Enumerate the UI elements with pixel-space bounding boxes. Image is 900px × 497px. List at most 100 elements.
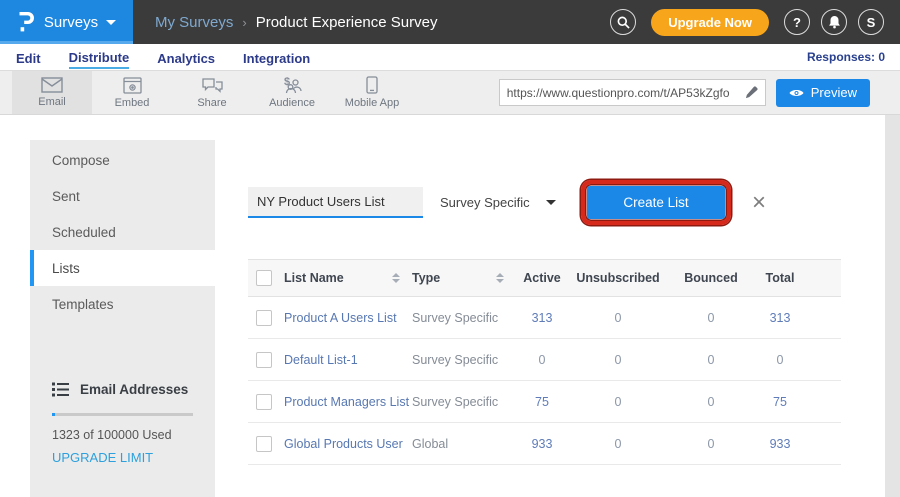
- sort-icon[interactable]: [496, 273, 504, 283]
- eye-icon: [789, 88, 804, 98]
- email-addresses-section: Email Addresses 1323 of 100000 Used UPGR…: [30, 382, 215, 467]
- breadcrumb-separator: ›: [242, 15, 246, 30]
- total-count: 0: [754, 353, 806, 367]
- avatar[interactable]: S: [858, 9, 884, 35]
- page-title: Product Experience Survey: [256, 14, 438, 31]
- channel-label: Email: [38, 96, 66, 108]
- audience-icon: $: [281, 76, 303, 94]
- column-total: Total: [754, 271, 806, 285]
- create-list-row: Survey Specific Create List ×: [248, 180, 885, 225]
- annotation-highlight: Create List: [581, 180, 731, 225]
- share-icon: [202, 77, 223, 94]
- list-type: Survey Specific: [412, 353, 516, 367]
- channel-mobile-app[interactable]: Mobile App: [332, 71, 412, 114]
- upgrade-now-button[interactable]: Upgrade Now: [651, 9, 769, 36]
- product-switcher[interactable]: Surveys: [0, 0, 133, 44]
- list-type: Global: [412, 437, 516, 451]
- svg-text:$: $: [284, 76, 290, 88]
- channel-label: Share: [197, 97, 226, 109]
- unsubscribed-count: 0: [568, 395, 668, 409]
- bell-icon: [828, 15, 841, 29]
- tab-analytics[interactable]: Analytics: [157, 47, 215, 68]
- sidebar-item-lists[interactable]: Lists: [30, 250, 215, 286]
- channel-audience[interactable]: $ Audience: [252, 71, 332, 114]
- tab-integration[interactable]: Integration: [243, 47, 310, 68]
- list-name-link[interactable]: Product Managers List: [284, 395, 412, 409]
- sidebar-item-compose[interactable]: Compose: [30, 142, 215, 178]
- list-name-input[interactable]: [248, 187, 423, 218]
- channel-email[interactable]: Email: [12, 71, 92, 114]
- active-count[interactable]: 75: [516, 395, 568, 409]
- list-type-select[interactable]: Survey Specific: [440, 195, 562, 210]
- row-checkbox[interactable]: [256, 394, 272, 410]
- help-icon: ?: [793, 15, 801, 30]
- list-icon: [52, 382, 69, 397]
- table-header-row: List Name Type Active Unsubscribed Bounc…: [248, 259, 841, 297]
- usage-progress-bar: [52, 413, 193, 416]
- embed-icon: [123, 77, 142, 94]
- row-checkbox[interactable]: [256, 436, 272, 452]
- total-count[interactable]: 933: [754, 437, 806, 451]
- unsubscribed-count: 0: [568, 353, 668, 367]
- active-count[interactable]: 313: [516, 311, 568, 325]
- channel-label: Embed: [115, 97, 150, 109]
- responses-count[interactable]: Responses: 0: [807, 50, 885, 64]
- chevron-down-icon: [546, 200, 556, 205]
- edit-pencil-icon[interactable]: [745, 86, 758, 99]
- help-button[interactable]: ?: [784, 9, 810, 35]
- sort-icon[interactable]: [392, 273, 400, 283]
- channel-embed[interactable]: Embed: [92, 71, 172, 114]
- mobile-icon: [366, 76, 378, 94]
- row-checkbox[interactable]: [256, 310, 272, 326]
- lists-table: List Name Type Active Unsubscribed Bounc…: [248, 259, 841, 465]
- sidebar-item-templates[interactable]: Templates: [30, 286, 215, 322]
- email-addresses-title: Email Addresses: [80, 382, 188, 397]
- column-list-name: List Name: [284, 271, 344, 285]
- questionpro-logo-icon: [17, 11, 36, 33]
- app-window: Surveys My Surveys › Product Experience …: [0, 0, 900, 497]
- close-icon[interactable]: ×: [752, 191, 766, 215]
- table-row: Default List-1 Survey Specific 0 0 0 0: [248, 339, 841, 381]
- sidebar-item-scheduled[interactable]: Scheduled: [30, 214, 215, 250]
- bounced-count: 0: [668, 395, 754, 409]
- survey-nav: Edit Distribute Analytics Integration Re…: [0, 44, 900, 71]
- avatar-initial: S: [867, 15, 876, 30]
- preview-button[interactable]: Preview: [776, 79, 870, 107]
- distribute-toolbar: Email Embed Share $: [0, 71, 900, 115]
- usage-progress-fill: [52, 413, 55, 416]
- list-name-link[interactable]: Product A Users List: [284, 311, 412, 325]
- channel-label: Audience: [269, 97, 315, 109]
- email-icon: [41, 77, 63, 93]
- top-header: Surveys My Surveys › Product Experience …: [0, 0, 900, 44]
- survey-link-group: https://www.questionpro.com/t/AP53kZgfo …: [499, 71, 870, 114]
- bounced-count: 0: [668, 353, 754, 367]
- channel-label: Mobile App: [345, 97, 399, 109]
- header-actions: Upgrade Now ? S: [610, 9, 884, 36]
- list-name-link[interactable]: Global Products User: [284, 437, 412, 451]
- unsubscribed-count: 0: [568, 437, 668, 451]
- survey-url-field[interactable]: https://www.questionpro.com/t/AP53kZgfo: [499, 79, 766, 106]
- tab-edit[interactable]: Edit: [16, 47, 41, 68]
- total-count[interactable]: 75: [754, 395, 806, 409]
- page-gutter: [885, 115, 900, 497]
- total-count[interactable]: 313: [754, 311, 806, 325]
- preview-label: Preview: [811, 85, 857, 100]
- lists-panel: Survey Specific Create List × List Name: [230, 140, 885, 497]
- breadcrumb-my-surveys[interactable]: My Surveys: [155, 14, 233, 31]
- tab-distribute[interactable]: Distribute: [69, 46, 130, 69]
- active-count[interactable]: 933: [516, 437, 568, 451]
- row-checkbox[interactable]: [256, 352, 272, 368]
- list-type: Survey Specific: [412, 311, 516, 325]
- sidebar-item-sent[interactable]: Sent: [30, 178, 215, 214]
- search-button[interactable]: [610, 9, 636, 35]
- select-all-checkbox[interactable]: [256, 270, 272, 286]
- notifications-button[interactable]: [821, 9, 847, 35]
- upgrade-limit-link[interactable]: UPGRADE LIMIT: [30, 450, 153, 465]
- table-row: Product Managers List Survey Specific 75…: [248, 381, 841, 423]
- active-count: 0: [516, 353, 568, 367]
- breadcrumb: My Surveys › Product Experience Survey: [155, 14, 437, 31]
- channel-share[interactable]: Share: [172, 71, 252, 114]
- column-active: Active: [516, 271, 568, 285]
- create-list-button[interactable]: Create List: [587, 186, 725, 219]
- list-name-link[interactable]: Default List-1: [284, 353, 412, 367]
